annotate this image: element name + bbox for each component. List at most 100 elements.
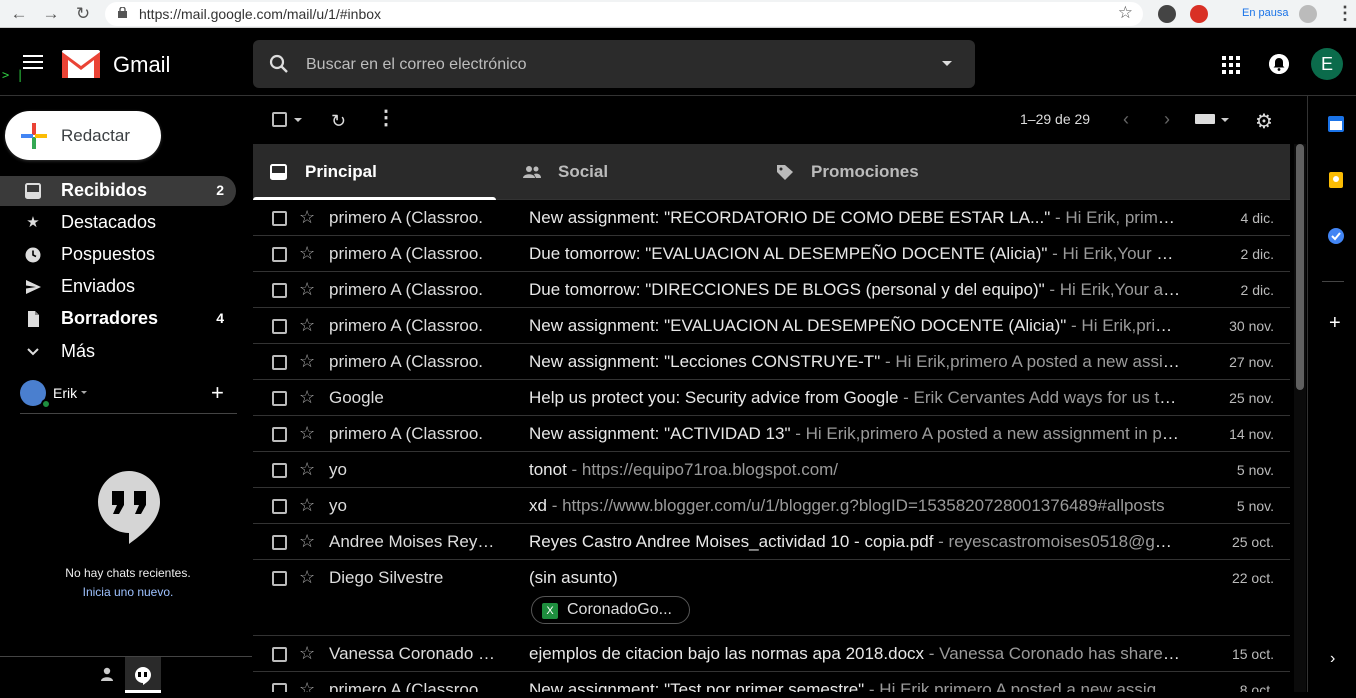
- account-avatar[interactable]: E: [1311, 48, 1343, 80]
- tab-principal[interactable]: Principal: [253, 144, 496, 200]
- contacts-icon[interactable]: [100, 667, 114, 681]
- star-toggle-icon[interactable]: ☆: [299, 351, 315, 372]
- bookmark-star-icon[interactable]: ☆: [1118, 3, 1133, 23]
- message-row[interactable]: ☆ Google Help us protect you: Security a…: [253, 380, 1290, 416]
- row-checkbox[interactable]: [272, 391, 287, 406]
- star-icon: ★: [26, 214, 40, 231]
- hangouts-tab[interactable]: [125, 657, 161, 693]
- compose-button[interactable]: Redactar: [5, 111, 161, 160]
- app-name[interactable]: Gmail: [113, 52, 170, 78]
- profile-icon[interactable]: [1299, 5, 1317, 23]
- profile-paused-label[interactable]: En pausa: [1242, 7, 1288, 19]
- star-toggle-icon[interactable]: ☆: [299, 567, 315, 588]
- row-checkbox[interactable]: [272, 647, 287, 662]
- forward-icon[interactable]: →: [40, 3, 62, 25]
- message-row[interactable]: ☆ Andree Moises Reyes Castro Reyes Castr…: [253, 524, 1290, 560]
- user-caret-icon[interactable]: [81, 391, 87, 394]
- star-toggle-icon[interactable]: ☆: [299, 243, 315, 264]
- draft-count: 4: [216, 310, 224, 326]
- select-all-checkbox[interactable]: [272, 112, 287, 127]
- browser-menu-icon[interactable]: ⋮: [1336, 3, 1354, 24]
- message-row[interactable]: ☆ yo xd - https://www.blogger.com/u/1/bl…: [253, 488, 1290, 524]
- message-row[interactable]: ☆ primero A (Classroo. New assignment: "…: [253, 344, 1290, 380]
- search-input[interactable]: Buscar en el correo electrónico: [306, 56, 527, 74]
- star-toggle-icon[interactable]: ☆: [299, 279, 315, 300]
- row-checkbox[interactable]: [272, 355, 287, 370]
- search-icon[interactable]: [269, 54, 289, 74]
- message-date: 4 dic.: [1240, 210, 1274, 226]
- message-sender: Andree Moises Reyes Castro: [329, 532, 499, 551]
- back-icon[interactable]: ←: [8, 3, 30, 25]
- message-row[interactable]: ☆ Vanessa Coronado Gonzalez ejemplos de …: [253, 636, 1290, 672]
- message-row[interactable]: ☆ primero A (Classroo. New assignment: "…: [253, 200, 1290, 236]
- scrollbar-thumb[interactable]: [1296, 144, 1304, 390]
- next-page-icon[interactable]: ›: [1164, 109, 1170, 130]
- row-checkbox[interactable]: [272, 319, 287, 334]
- hangouts-user[interactable]: Erik +: [20, 380, 236, 409]
- message-row[interactable]: ☆ primero A (Classroo. New assignment: "…: [253, 416, 1290, 452]
- message-row[interactable]: ☆ primero A (Classroo. Due tomorrow: "EV…: [253, 236, 1290, 272]
- start-chat-link[interactable]: Inicia uno nuevo.: [0, 585, 256, 599]
- input-tools-icon[interactable]: [1195, 114, 1215, 124]
- nav-item-more[interactable]: Más: [0, 337, 236, 367]
- nav-item-inbox[interactable]: Recibidos 2: [0, 176, 236, 206]
- notifications-icon[interactable]: [1269, 54, 1289, 74]
- star-toggle-icon[interactable]: ☆: [299, 531, 315, 552]
- message-row[interactable]: ☆ primero A (Classroo. New assignment: "…: [253, 672, 1290, 692]
- calendar-icon[interactable]: [1328, 116, 1344, 132]
- star-toggle-icon[interactable]: ☆: [299, 315, 315, 336]
- star-toggle-icon[interactable]: ☆: [299, 495, 315, 516]
- settings-gear-icon[interactable]: ⚙: [1255, 109, 1273, 134]
- address-bar[interactable]: https://mail.google.com/mail/u/1/#inbox …: [105, 2, 1143, 26]
- row-checkbox[interactable]: [272, 247, 287, 262]
- row-checkbox[interactable]: [272, 535, 287, 550]
- nav-item-starred[interactable]: ★ Destacados: [0, 208, 236, 238]
- prev-page-icon[interactable]: ‹: [1123, 109, 1129, 130]
- get-addons-plus-icon[interactable]: +: [1329, 312, 1341, 335]
- star-toggle-icon[interactable]: ☆: [299, 387, 315, 408]
- row-checkbox[interactable]: [272, 211, 287, 226]
- attachment-chip[interactable]: X CoronadoGo...: [531, 596, 690, 624]
- tab-promociones[interactable]: Promociones: [759, 144, 1002, 200]
- tab-social[interactable]: Social: [506, 144, 749, 200]
- nav-item-drafts[interactable]: Borradores 4: [0, 304, 236, 334]
- message-sender: Vanessa Coronado Gonzalez: [329, 644, 499, 663]
- extension-shield-icon[interactable]: [1190, 5, 1208, 23]
- message-subject: New assignment: "RECORDATORIO DE COMO DE…: [529, 208, 1051, 227]
- star-toggle-icon[interactable]: ☆: [299, 643, 315, 664]
- message-snippet: - Erik Cervantes Add ways for us to reac…: [903, 388, 1181, 407]
- row-checkbox[interactable]: [272, 427, 287, 442]
- row-checkbox[interactable]: [272, 283, 287, 298]
- input-tools-caret-icon[interactable]: [1221, 118, 1229, 122]
- message-row[interactable]: ☆ primero A (Classroo. New assignment: "…: [253, 308, 1290, 344]
- message-date: 2 dic.: [1240, 282, 1274, 298]
- reload-icon[interactable]: ↻: [72, 3, 94, 25]
- extension-icon[interactable]: [1158, 5, 1176, 23]
- new-chat-plus-icon[interactable]: +: [211, 380, 224, 406]
- row-checkbox[interactable]: [272, 683, 287, 692]
- keep-icon[interactable]: [1328, 172, 1344, 188]
- expand-panel-icon[interactable]: ›: [1330, 650, 1335, 668]
- refresh-icon[interactable]: ↻: [331, 111, 346, 132]
- tasks-icon[interactable]: [1328, 228, 1344, 244]
- search-bar[interactable]: Buscar en el correo electrónico: [253, 40, 975, 88]
- row-checkbox[interactable]: [272, 499, 287, 514]
- more-actions-icon[interactable]: ⋮: [376, 108, 396, 128]
- apps-grid-icon[interactable]: [1222, 56, 1240, 74]
- message-snippet: - Hi Erik,primero A posted a new assignm…: [864, 680, 1181, 692]
- message-row[interactable]: ☆ primero A (Classroo. Due tomorrow: "DI…: [253, 272, 1290, 308]
- nav-item-snoozed[interactable]: Pospuestos: [0, 240, 236, 270]
- star-toggle-icon[interactable]: ☆: [299, 459, 315, 480]
- row-checkbox[interactable]: [272, 571, 287, 586]
- message-row[interactable]: ☆ Diego Silvestre (sin asunto) 22 oct. X…: [253, 560, 1290, 636]
- star-toggle-icon[interactable]: ☆: [299, 207, 315, 228]
- nav-item-sent[interactable]: Enviados: [0, 272, 236, 302]
- main-menu-icon[interactable]: [23, 55, 43, 73]
- star-toggle-icon[interactable]: ☆: [299, 679, 315, 692]
- message-row[interactable]: ☆ yo tonot - https://equipo71roa.blogspo…: [253, 452, 1290, 488]
- list-scrollbar[interactable]: [1294, 144, 1306, 692]
- star-toggle-icon[interactable]: ☆: [299, 423, 315, 444]
- search-options-icon[interactable]: [942, 61, 952, 66]
- select-menu-caret-icon[interactable]: [294, 118, 302, 122]
- row-checkbox[interactable]: [272, 463, 287, 478]
